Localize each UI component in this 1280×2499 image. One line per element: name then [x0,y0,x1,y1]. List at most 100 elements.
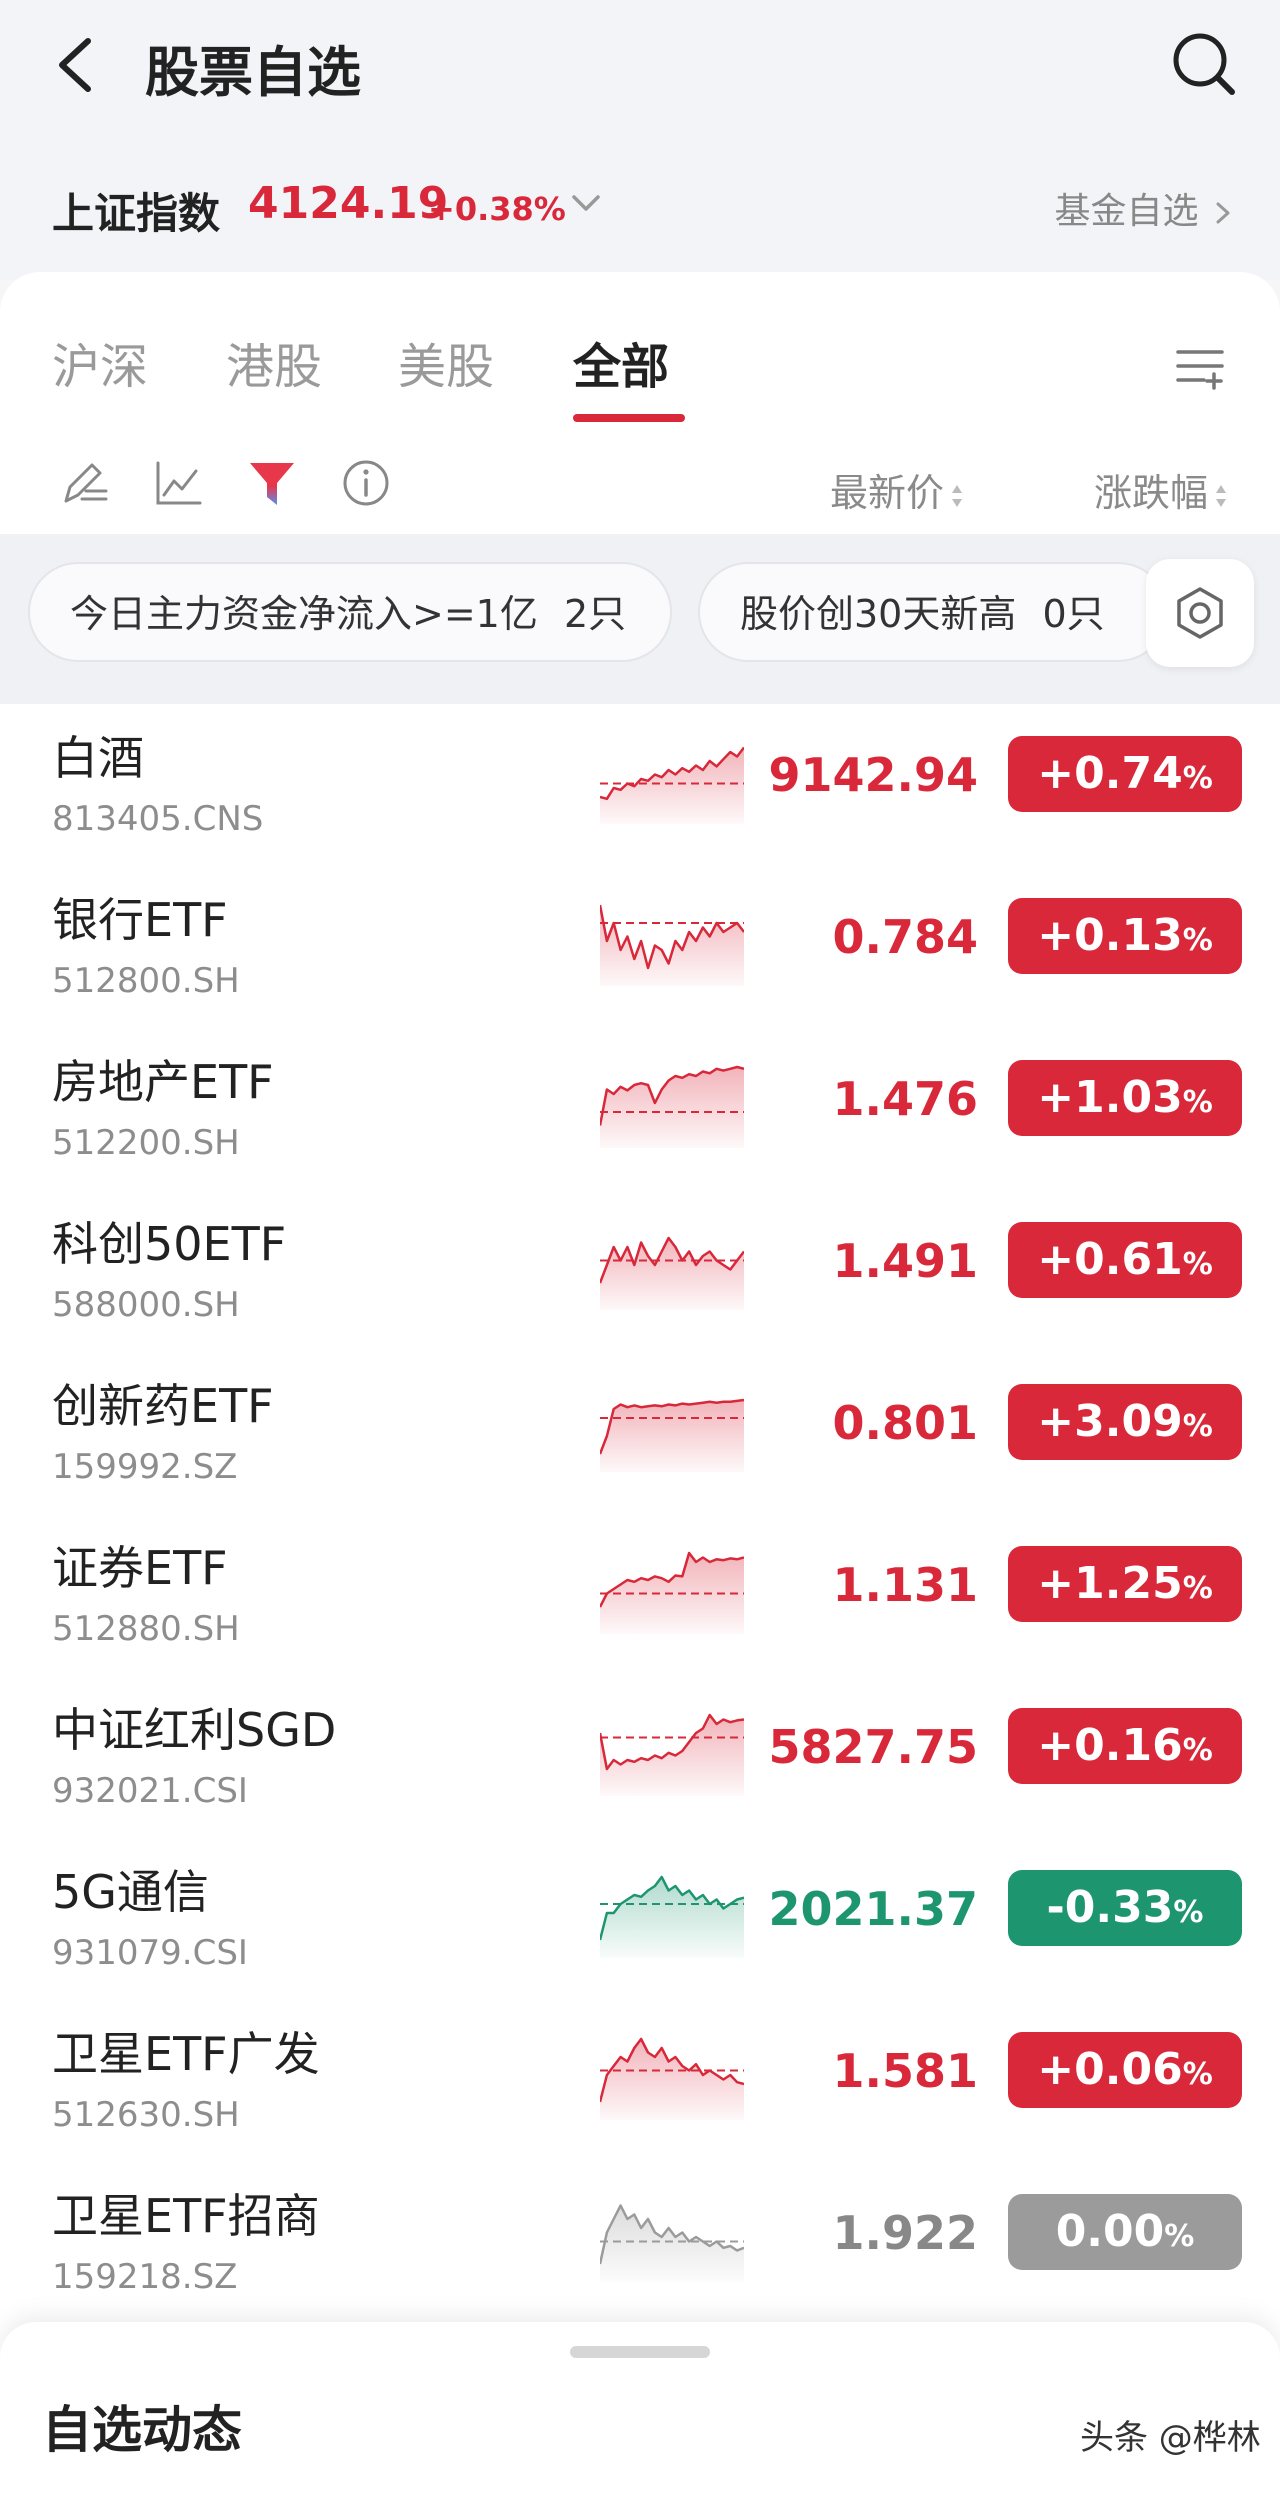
stock-name: 证券ETF [52,1541,228,1595]
stock-row[interactable]: 5G通信 931079.CSI 2021.37 -0.33% [0,1838,1280,2000]
percent-unit: % [1182,923,1213,958]
stock-row[interactable]: 房地产ETF 512200.SH 1.476 +1.03% [0,1028,1280,1190]
latest-price: 0.784 [832,910,978,964]
filter-chip-30day-high[interactable]: 股价创30天新高 0只 [698,562,1168,662]
filter-chip-label: 今日主力资金净流入>=1亿 [70,592,538,636]
change-badge[interactable]: +1.03% [1008,1060,1242,1136]
stock-name: 房地产ETF [52,1055,274,1109]
latest-price: 5827.75 [768,1720,978,1774]
change-badge[interactable]: +0.74% [1008,736,1242,812]
stock-code: 159218.SZ [52,2257,238,2297]
stock-name: 科创50ETF [52,1217,287,1271]
percent-unit: % [1164,2219,1195,2254]
stock-row[interactable]: 科创50ETF 588000.SH 1.491 +0.61% [0,1190,1280,1352]
stock-name: 卫星ETF广发 [52,2027,320,2081]
filter-chip-label: 股价创30天新高 [740,592,1017,636]
stock-name: 5G通信 [52,1865,209,1919]
filter-chip-fund-inflow[interactable]: 今日主力资金净流入>=1亿 2只 [28,562,672,662]
intraday-sparkline [600,1065,744,1148]
percent-unit: % [1182,1409,1213,1444]
filter-icon[interactable] [246,457,298,509]
tab-hushen[interactable]: 沪深 [52,327,148,397]
sort-icon [952,484,963,507]
change-badge[interactable]: +0.61% [1008,1222,1242,1298]
change-badge[interactable]: +0.06% [1008,2032,1242,2108]
stock-code: 813405.CNS [52,799,264,839]
filter-settings-button[interactable] [1146,559,1254,667]
quick-filter-strip: 今日主力资金净流入>=1亿 2只 股价创30天新高 0只 [0,534,1280,704]
sort-by-price[interactable]: 最新价 [830,462,964,517]
app-header: 股票自选 [0,0,1280,130]
fund-watchlist-link[interactable]: 基金自选 [1055,182,1232,234]
change-badge[interactable]: +0.16% [1008,1708,1242,1784]
search-icon[interactable] [1168,28,1238,98]
change-column-label: 涨跌幅 [1094,471,1209,515]
latest-price: 0.801 [832,1396,978,1450]
watchlist-panel: 沪深 港股 美股 全部 最新价 涨跌幅 今日主力资金净流入>=1亿 2只 股价创… [0,272,1280,2499]
change-badge[interactable]: -0.33% [1008,1870,1242,1946]
stock-code: 932021.CSI [52,1771,248,1811]
change-badge[interactable]: +0.13% [1008,898,1242,974]
change-badge[interactable]: +1.25% [1008,1546,1242,1622]
intraday-sparkline [600,1551,744,1634]
sort-by-change[interactable]: 涨跌幅 [1094,462,1228,517]
sheet-drag-handle[interactable] [570,2346,710,2358]
market-tabs: 沪深 港股 美股 全部 [0,292,1280,422]
trend-chart-icon[interactable] [152,457,204,509]
latest-price: 2021.37 [768,1882,978,1936]
intraday-sparkline [600,904,744,986]
info-icon[interactable] [340,457,392,509]
latest-price: 1.131 [832,1558,978,1612]
stock-name: 卫星ETF招商 [52,2189,320,2243]
intraday-sparkline [600,746,744,824]
stock-row[interactable]: 白酒 813405.CNS 9142.94 +0.74% [0,704,1280,866]
change-value: +1.03 [1037,1072,1183,1123]
sort-icon [1216,484,1227,507]
change-badge[interactable]: +3.09% [1008,1384,1242,1460]
stock-code: 159992.SZ [52,1447,238,1487]
price-column-label: 最新价 [830,471,945,515]
filter-chip-count: 0只 [1042,592,1105,636]
stock-row[interactable]: 创新药ETF 159992.SZ 0.801 +3.09% [0,1352,1280,1514]
edit-icon[interactable] [58,457,110,509]
stock-code: 588000.SH [52,1285,240,1325]
index-change: +0.38% [428,190,566,228]
change-value: 0.00 [1055,2206,1165,2257]
stock-name: 银行ETF [52,893,228,947]
percent-unit: % [1182,761,1213,796]
watermark: 头条 @桦林 [1080,2418,1261,2458]
percent-unit: % [1182,1085,1213,1120]
page-title: 股票自选 [145,41,361,104]
change-value: +0.06 [1037,2044,1183,2095]
chevron-left-icon[interactable] [50,35,100,95]
chevron-down-icon[interactable] [568,188,604,218]
stock-row[interactable]: 银行ETF 512800.SH 0.784 +0.13% [0,866,1280,1028]
latest-price: 1.476 [832,1072,978,1126]
index-name: 上证指数 [52,189,221,238]
tab-hk[interactable]: 港股 [226,327,322,397]
tab-all[interactable]: 全部 [573,327,669,397]
stock-row[interactable]: 证券ETF 512880.SH 1.131 +1.25% [0,1514,1280,1676]
index-value: 4124.19 [248,178,449,229]
stock-row[interactable]: 卫星ETF广发 512630.SH 1.581 +0.06% [0,2000,1280,2162]
change-badge[interactable]: 0.00% [1008,2194,1242,2270]
intraday-sparkline [600,1236,744,1310]
stock-code: 512880.SH [52,1609,240,1649]
stock-row[interactable]: 卫星ETF招商 159218.SZ 1.922 0.00% [0,2162,1280,2324]
change-value: +0.16 [1037,1720,1183,1771]
intraday-sparkline [600,2204,744,2282]
toolbar: 最新价 涨跌幅 [0,437,1280,537]
stock-row[interactable]: 中证红利SGD 932021.CSI 5827.75 +0.16% [0,1676,1280,1838]
stock-code: 931079.CSI [52,1933,248,1973]
tab-us[interactable]: 美股 [398,327,494,397]
active-tab-indicator [573,414,685,422]
latest-price: 9142.94 [768,748,978,802]
change-value: +0.13 [1037,910,1183,961]
percent-unit: % [1182,1733,1213,1768]
list-settings-icon[interactable] [1174,344,1226,390]
sheet-title: 自选动态 [42,2401,242,2459]
percent-unit: % [1182,1571,1213,1606]
change-value: +0.74 [1037,748,1183,799]
watchlist-news-sheet[interactable]: 自选动态 头条 @桦林 [0,2322,1280,2499]
index-summary[interactable]: 上证指数 4124.19 +0.38% 基金自选 [0,130,1280,280]
